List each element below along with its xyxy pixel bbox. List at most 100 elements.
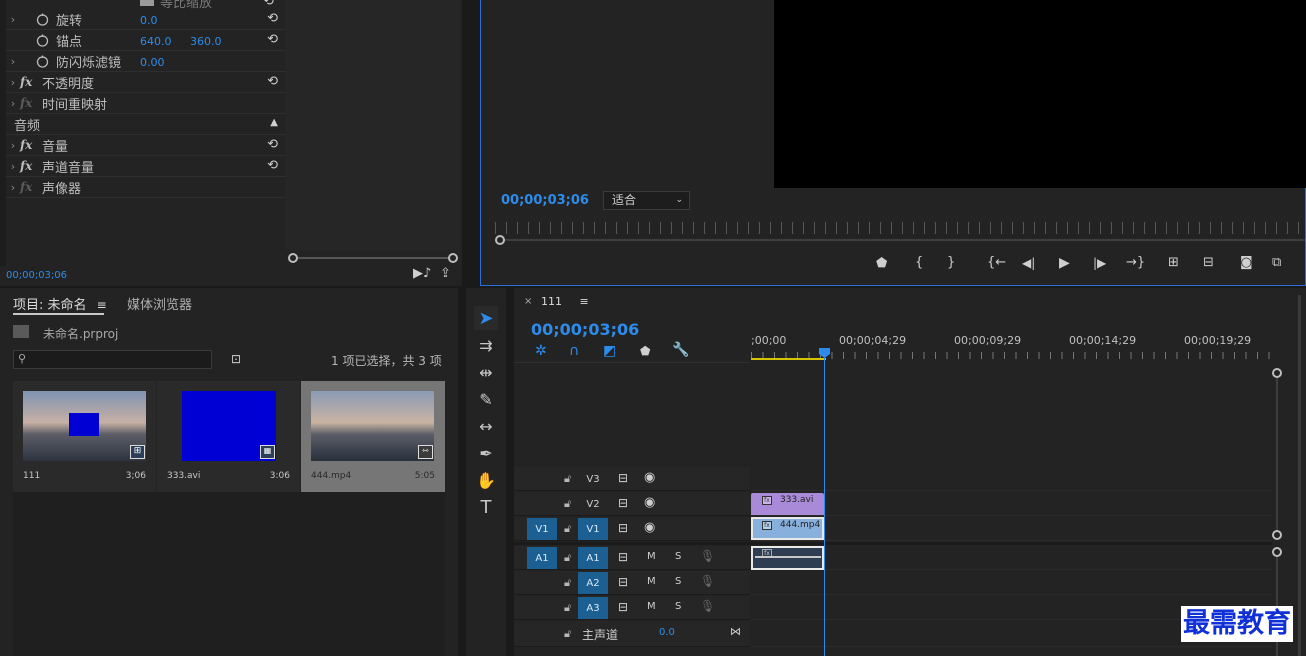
scroll-handle[interactable] <box>1272 530 1282 540</box>
expand-twirl-icon[interactable]: › <box>6 160 20 173</box>
step-forward-icon[interactable]: |▶ <box>1093 256 1106 270</box>
ripple-edit-tool-icon[interactable]: ⇹ <box>474 360 498 384</box>
reset-icon[interactable]: ⟲ <box>267 32 278 47</box>
razor-tool-icon[interactable]: ✎ <box>474 387 498 411</box>
program-time-ruler[interactable] <box>495 222 1305 234</box>
master-volume[interactable]: 0.0 <box>659 627 675 638</box>
lane-a1[interactable] <box>751 546 1272 570</box>
sync-lock-icon[interactable]: ⊟ <box>618 496 628 510</box>
panner-row[interactable]: › fx 声像器 <box>6 177 286 198</box>
go-to-out-icon[interactable]: →} <box>1126 255 1145 270</box>
collapse-up-icon[interactable]: ▲ <box>270 117 278 128</box>
lock-icon[interactable]: 🔓︎ <box>564 601 571 615</box>
microphone-icon[interactable]: 🎙︎ <box>700 549 715 563</box>
track-name[interactable]: V1 <box>578 518 608 540</box>
av-divider[interactable] <box>514 542 1272 545</box>
track-name[interactable]: A1 <box>578 547 608 569</box>
sync-lock-icon[interactable]: ⊟ <box>618 575 628 589</box>
expand-twirl-icon[interactable]: › <box>6 13 20 26</box>
mark-out-icon[interactable]: } <box>947 255 955 270</box>
reset-icon[interactable]: ⟲ <box>267 137 278 152</box>
video-vscroll[interactable] <box>1276 374 1278 536</box>
anchor-y-value[interactable]: 360.0 <box>190 35 222 48</box>
fx-icon[interactable]: fx <box>20 75 40 89</box>
keyframe-area[interactable] <box>286 0 460 250</box>
eye-icon[interactable]: ◉ <box>644 495 655 510</box>
reset-icon[interactable]: ⟲ <box>267 11 278 26</box>
source-patch[interactable]: A1 <box>527 547 557 569</box>
play-audio-icon[interactable]: ▶♪ <box>413 266 431 281</box>
lock-icon[interactable]: 🔓︎ <box>564 497 571 511</box>
scroll-handle[interactable] <box>495 235 505 245</box>
solo-button[interactable]: S <box>675 601 681 612</box>
microphone-icon[interactable]: 🎙︎ <box>700 574 715 588</box>
opacity-row[interactable]: › fx 不透明度 ⟲ <box>6 72 286 93</box>
selection-tool-icon[interactable]: ➤ <box>474 306 498 330</box>
track-name[interactable]: A2 <box>578 572 608 594</box>
add-marker-icon[interactable]: ⬟ <box>640 344 650 358</box>
stopwatch-icon[interactable] <box>34 11 50 27</box>
play-icon[interactable]: ▶ <box>1059 255 1070 271</box>
stopwatch-icon[interactable] <box>34 53 50 69</box>
search-input[interactable]: ⚲ <box>13 350 212 369</box>
type-tool-icon[interactable]: T <box>474 495 498 519</box>
track-name[interactable]: V2 <box>578 493 608 515</box>
lock-icon[interactable]: 🔓︎ <box>564 576 571 590</box>
track-select-tool-icon[interactable]: ⇉ <box>474 333 498 357</box>
fit-select[interactable]: 适合 ⌄ <box>603 191 690 210</box>
snap-magnet-icon[interactable]: ∩ <box>569 343 579 359</box>
stopwatch-icon[interactable] <box>34 32 50 48</box>
sync-lock-icon[interactable]: ⊟ <box>618 600 628 614</box>
tab-project[interactable]: 项目: 未命名 ≡ <box>13 294 107 313</box>
reset-icon[interactable]: ⟲ <box>267 74 278 89</box>
clip-333[interactable]: fx 333.avi <box>751 493 824 515</box>
project-item-111[interactable]: ⊞ 111 3;06 <box>13 381 156 492</box>
scroll-handle[interactable] <box>1272 368 1282 378</box>
export-icon[interactable]: ⇪ <box>440 266 451 281</box>
work-area-bar[interactable] <box>751 358 826 360</box>
add-marker-icon[interactable]: ⬟ <box>876 256 887 271</box>
tab-media-browser[interactable]: 媒体浏览器 <box>127 294 192 313</box>
scroll-handle[interactable] <box>1272 547 1282 557</box>
expand-twirl-icon[interactable]: › <box>6 139 20 152</box>
mark-in-icon[interactable]: { <box>915 255 923 270</box>
track-name[interactable]: V3 <box>578 468 608 490</box>
sequence-tab[interactable]: 111 ≡ <box>541 295 589 308</box>
nest-icon[interactable]: ✲ <box>535 343 547 359</box>
audio-clip-444[interactable]: fx <box>751 546 824 570</box>
program-timecode[interactable]: 00;00;03;06 <box>501 193 589 208</box>
timeline-timecode[interactable]: 00;00;03;06 <box>531 320 639 339</box>
mute-button[interactable]: M <box>647 601 656 612</box>
uniform-scale-checkbox[interactable] <box>140 0 154 6</box>
new-search-bin-icon[interactable]: ⊡ <box>231 352 241 366</box>
fx-icon[interactable]: fx <box>20 159 40 173</box>
lock-icon[interactable]: 🔓︎ <box>564 627 571 641</box>
clip-444[interactable]: fx 444.mp4 <box>751 517 824 540</box>
lock-icon[interactable]: 🔓︎ <box>564 472 571 486</box>
go-to-in-out-icon[interactable]: ⋈ <box>730 625 741 638</box>
project-item-444[interactable]: ⇿ 444.mp4 5:05 <box>301 381 445 492</box>
go-to-in-icon[interactable]: {← <box>987 255 1006 270</box>
solo-button[interactable]: S <box>675 576 681 587</box>
microphone-icon[interactable]: 🎙︎ <box>700 599 715 613</box>
reset-icon[interactable]: ⟲ <box>263 0 274 9</box>
lock-icon[interactable]: 🔓︎ <box>564 522 571 536</box>
expand-twirl-icon[interactable]: › <box>6 76 20 89</box>
button-editor-icon[interactable]: ⧉ <box>1272 255 1281 270</box>
close-icon[interactable]: × <box>524 296 532 307</box>
expand-twirl-icon[interactable]: › <box>6 55 20 68</box>
audio-section-header[interactable]: 音频 ▲ <box>6 114 286 135</box>
sync-lock-icon[interactable]: ⊟ <box>618 471 628 485</box>
lift-icon[interactable]: ⊞ <box>1168 255 1179 270</box>
lane-v3[interactable] <box>751 467 1272 491</box>
lane-a2[interactable] <box>751 571 1272 595</box>
fx-icon[interactable]: fx <box>20 138 40 152</box>
rotation-value[interactable]: 0.0 <box>140 14 158 27</box>
ec-timecode[interactable]: 00;00;03;06 <box>6 270 67 281</box>
channel-volume-row[interactable]: › fx 声道音量 ⟲ <box>6 156 286 177</box>
menu-icon[interactable]: ≡ <box>580 295 589 308</box>
track-name[interactable]: A3 <box>578 597 608 619</box>
eye-icon[interactable]: ◉ <box>644 470 655 485</box>
playhead-line[interactable] <box>824 355 825 656</box>
volume-row[interactable]: › fx 音量 ⟲ <box>6 135 286 156</box>
